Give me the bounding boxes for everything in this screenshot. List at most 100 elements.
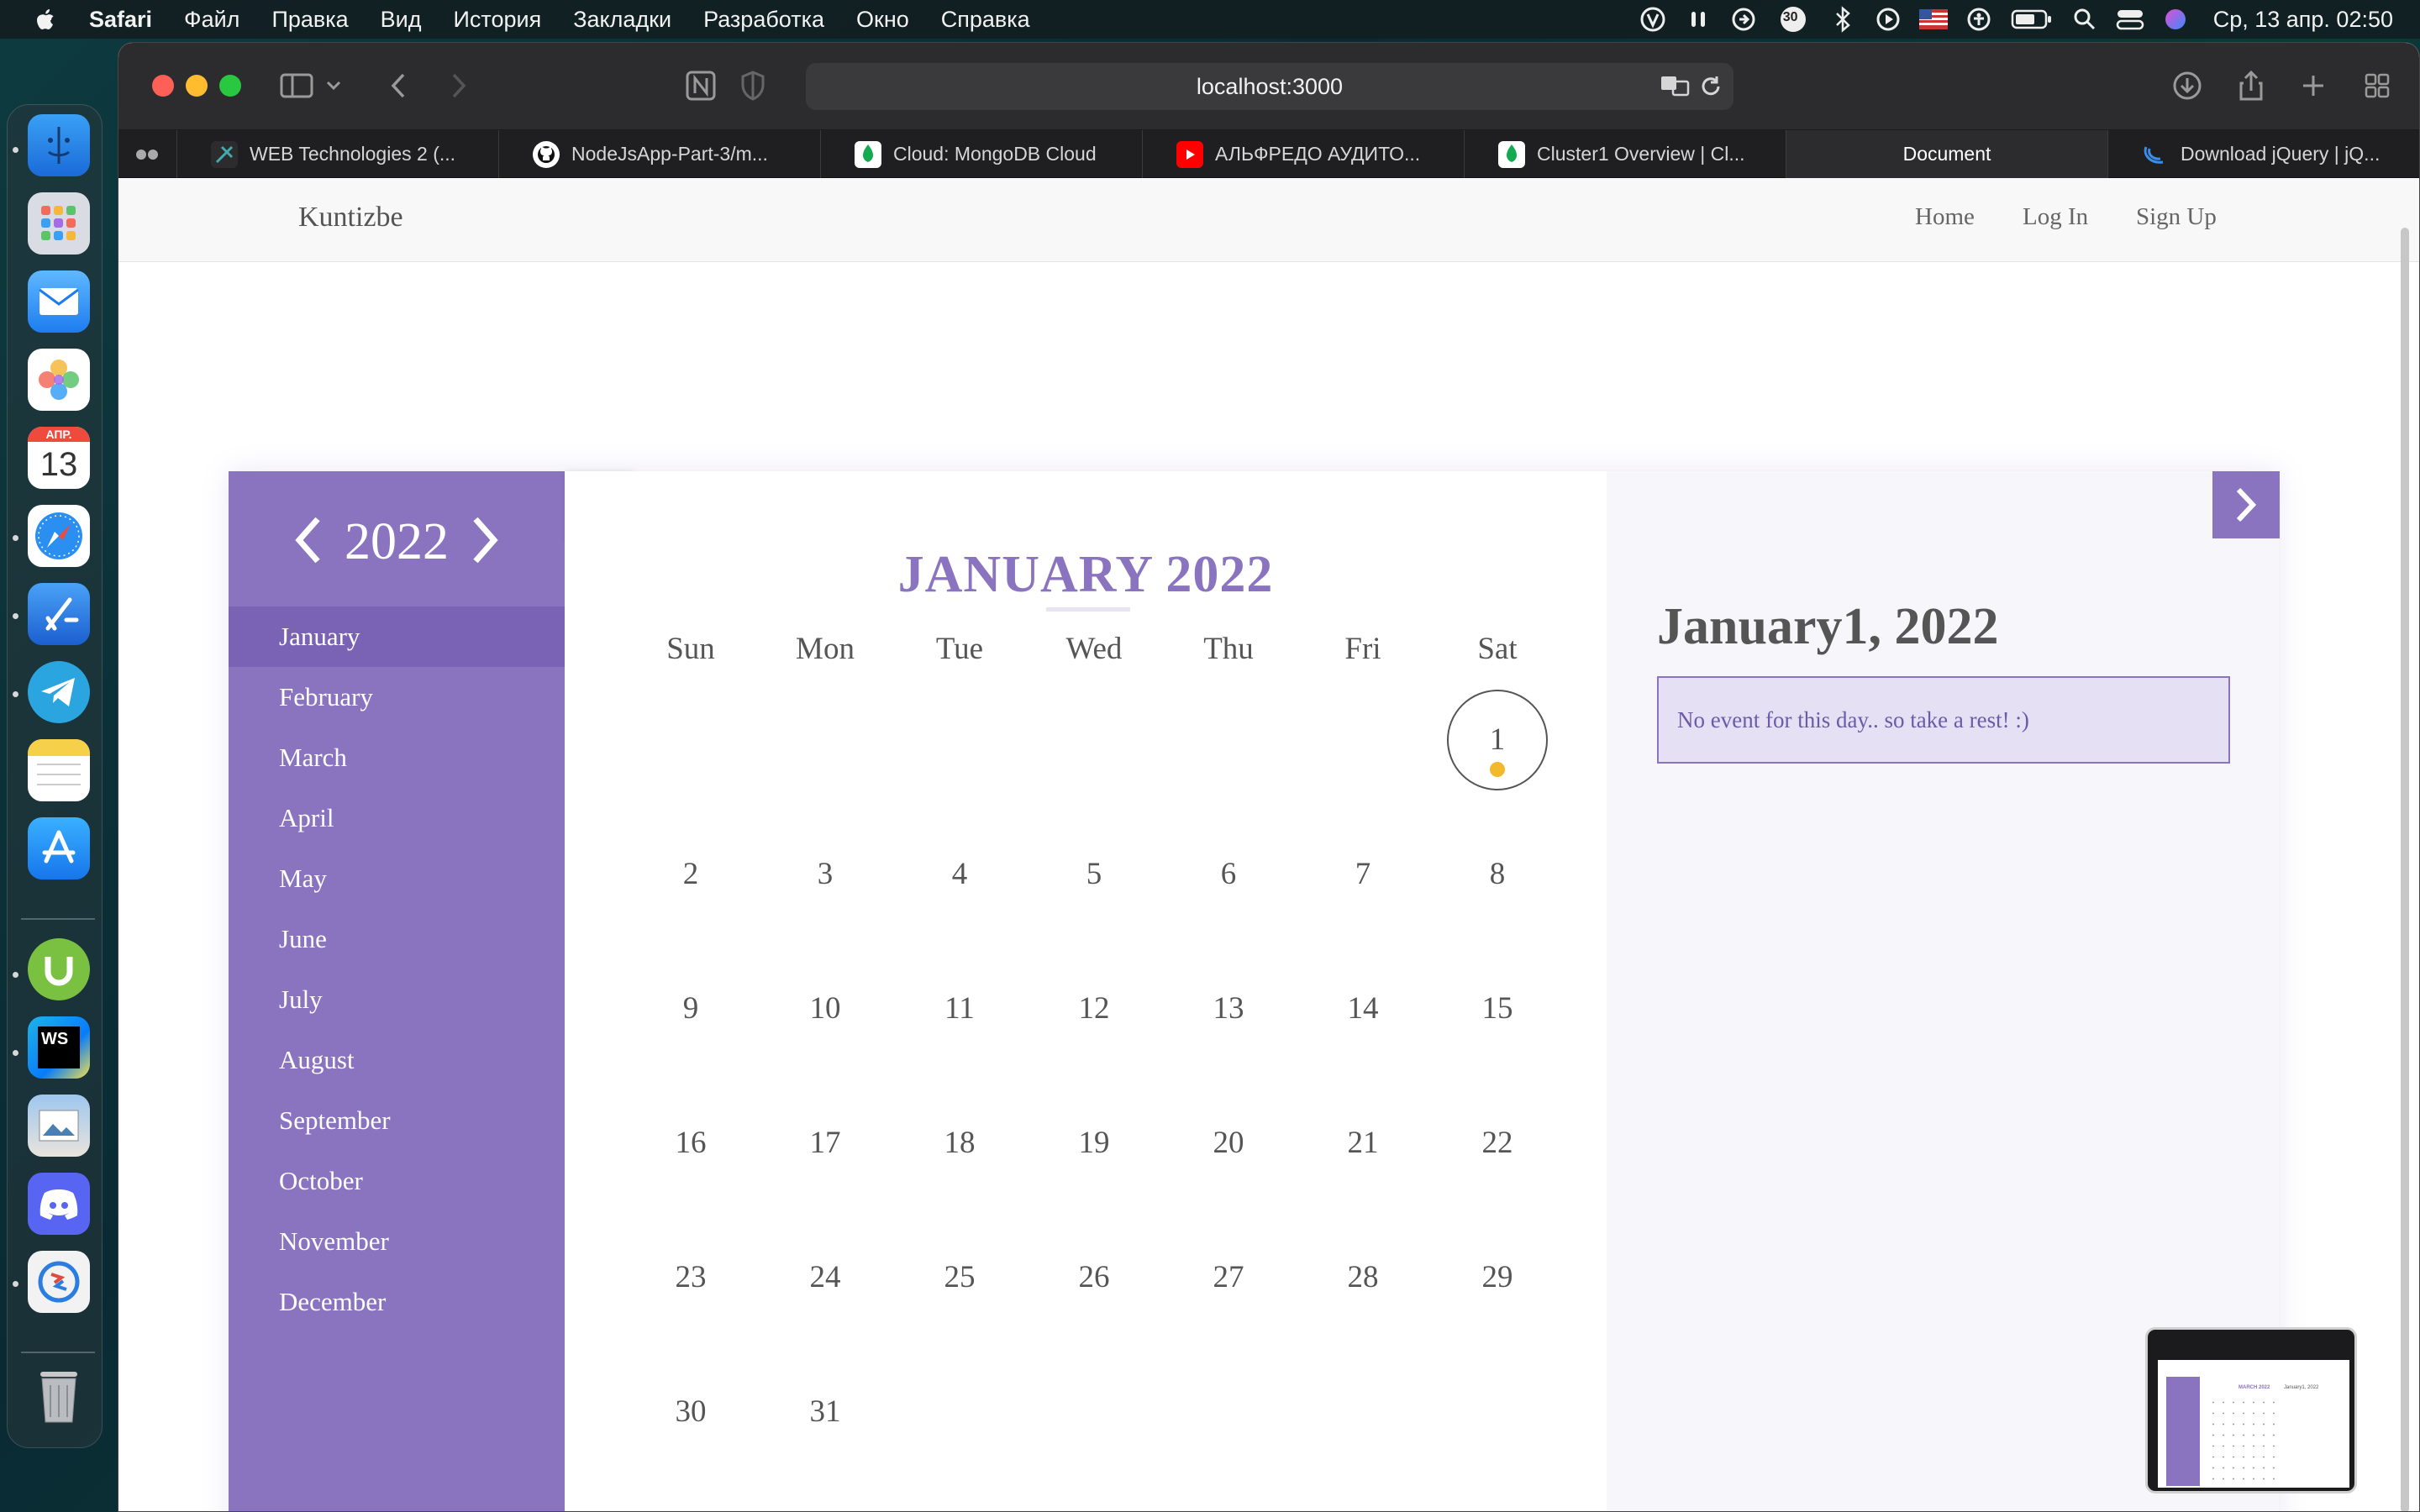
zoom-window-button[interactable] — [219, 75, 241, 97]
site-brand[interactable]: Kuntizbe — [298, 202, 403, 234]
day-cell[interactable]: 14 — [1296, 975, 1430, 1042]
address-bar[interactable]: localhost:3000 — [806, 63, 1733, 110]
new-tab-icon[interactable] — [2296, 68, 2330, 103]
calendar-app-icon[interactable]: АПР. 13 — [28, 427, 90, 489]
day-cell[interactable]: 18 — [892, 1110, 1027, 1177]
accessibility-icon[interactable] — [1965, 5, 1993, 34]
month-item-september[interactable]: September — [229, 1090, 565, 1151]
day-cell[interactable]: 20 — [1161, 1110, 1296, 1177]
safari-app-icon[interactable] — [28, 505, 90, 567]
day-cell[interactable]: 19 — [1027, 1110, 1161, 1177]
menu-bookmarks[interactable]: Закладки — [573, 7, 671, 33]
day-cell[interactable]: 23 — [623, 1244, 758, 1311]
day-cell[interactable]: 5 — [1027, 841, 1161, 908]
next-year-button[interactable] — [471, 516, 501, 569]
migration-assistant-icon[interactable] — [28, 1251, 90, 1313]
day-cell[interactable]: 11 — [892, 975, 1027, 1042]
tab-document-active[interactable]: Document — [1786, 130, 2108, 178]
menu-file[interactable]: Файл — [184, 7, 239, 33]
control-center-icon[interactable] — [2116, 5, 2144, 34]
day-cell[interactable]: 25 — [892, 1244, 1027, 1311]
menu-edit[interactable]: Правка — [271, 7, 348, 33]
timer-badge-icon[interactable]: 30 — [1775, 5, 1812, 34]
photos-icon[interactable] — [28, 349, 90, 411]
menu-app-name[interactable]: Safari — [89, 7, 152, 33]
notes-icon[interactable] — [28, 739, 90, 801]
detail-panel-toggle-button[interactable] — [2212, 471, 2280, 538]
play-icon[interactable] — [1874, 5, 1902, 34]
discord-icon[interactable] — [28, 1173, 90, 1235]
month-item-may[interactable]: May — [229, 848, 565, 909]
privacy-shield-icon[interactable] — [739, 68, 767, 103]
month-item-january[interactable]: January — [229, 606, 565, 667]
tab-group-icon[interactable] — [118, 130, 177, 178]
day-cell[interactable]: 16 — [623, 1110, 758, 1177]
preview-icon[interactable] — [28, 1095, 90, 1157]
day-cell[interactable]: 10 — [758, 975, 892, 1042]
vpn-icon[interactable] — [1639, 5, 1667, 34]
day-cell[interactable]: 26 — [1027, 1244, 1161, 1311]
sidebar-toggle-icon[interactable] — [278, 68, 315, 103]
chevron-down-icon[interactable] — [324, 68, 344, 103]
month-item-april[interactable]: April — [229, 788, 565, 848]
month-item-june[interactable]: June — [229, 909, 565, 969]
month-item-march[interactable]: March — [229, 727, 565, 788]
notion-extension-icon[interactable] — [683, 68, 718, 103]
translate-icon[interactable] — [1660, 73, 1691, 104]
month-item-november[interactable]: November — [229, 1211, 565, 1272]
day-cell[interactable]: 4 — [892, 841, 1027, 908]
xcode-icon[interactable] — [28, 583, 90, 645]
siri-icon[interactable] — [2161, 5, 2190, 34]
day-cell[interactable]: 17 — [758, 1110, 892, 1177]
minimize-window-button[interactable] — [186, 75, 208, 97]
mail-icon[interactable] — [28, 270, 90, 333]
day-cell[interactable]: 7 — [1296, 841, 1430, 908]
day-cell[interactable]: 24 — [758, 1244, 892, 1311]
tab-jquery[interactable]: Download jQuery | jQ... — [2108, 130, 2419, 178]
day-cell[interactable]: 2 — [623, 841, 758, 908]
day-cell[interactable]: 15 — [1430, 975, 1565, 1042]
day-cell[interactable]: 21 — [1296, 1110, 1430, 1177]
tab-cluster-overview[interactable]: Cluster1 Overview | Cl... — [1465, 130, 1786, 178]
day-cell[interactable]: 22 — [1430, 1110, 1565, 1177]
tab-overview-icon[interactable] — [2360, 68, 2394, 103]
day-cell[interactable]: 9 — [623, 975, 758, 1042]
day-cell[interactable]: 12 — [1027, 975, 1161, 1042]
nav-home-link[interactable]: Home — [1915, 203, 1975, 231]
app-store-icon[interactable] — [28, 817, 90, 879]
nav-signup-link[interactable]: Sign Up — [2136, 203, 2217, 231]
close-window-button[interactable] — [152, 75, 174, 97]
reload-icon[interactable] — [1700, 75, 1722, 104]
day-cell[interactable]: 6 — [1161, 841, 1296, 908]
bluetooth-icon[interactable] — [1828, 5, 1857, 34]
sync-icon[interactable] — [1729, 5, 1758, 34]
trash-icon[interactable] — [28, 1365, 90, 1427]
page-scrollbar[interactable] — [2401, 228, 2409, 1511]
us-flag-icon[interactable] — [1918, 5, 1948, 34]
telegram-icon[interactable] — [28, 661, 90, 723]
day-cell[interactable]: 29 — [1430, 1244, 1565, 1311]
apple-logo-icon[interactable] — [34, 7, 55, 32]
day-cell[interactable]: 8 — [1430, 841, 1565, 908]
airpods-icon[interactable] — [1684, 5, 1712, 34]
tab-youtube[interactable]: АЛЬФРЕДО АУДИТО... — [1143, 130, 1465, 178]
month-item-july[interactable]: July — [229, 969, 565, 1030]
day-cell[interactable]: 13 — [1161, 975, 1296, 1042]
finder-icon[interactable] — [28, 114, 90, 176]
back-icon[interactable] — [386, 68, 411, 103]
menu-develop[interactable]: Разработка — [703, 7, 824, 33]
screenshot-preview-thumbnail[interactable]: MARCH 2022 January1, 2022 — [2145, 1327, 2357, 1494]
battery-icon[interactable] — [2010, 5, 2054, 34]
month-item-october[interactable]: October — [229, 1151, 565, 1211]
share-icon[interactable] — [2234, 68, 2268, 103]
utorrent-icon[interactable] — [28, 938, 90, 1000]
tab-web-technologies[interactable]: WEB Technologies 2 (... — [177, 130, 499, 178]
day-cell[interactable]: 30 — [623, 1378, 758, 1446]
menu-window[interactable]: Окно — [856, 7, 909, 33]
day-cell[interactable]: 27 — [1161, 1244, 1296, 1311]
day-cell[interactable]: 3 — [758, 841, 892, 908]
prev-year-button[interactable] — [292, 516, 323, 569]
webstorm-icon[interactable]: WS — [28, 1016, 90, 1079]
tab-github[interactable]: NodeJsApp-Part-3/m... — [499, 130, 821, 178]
month-item-december[interactable]: December — [229, 1272, 565, 1332]
